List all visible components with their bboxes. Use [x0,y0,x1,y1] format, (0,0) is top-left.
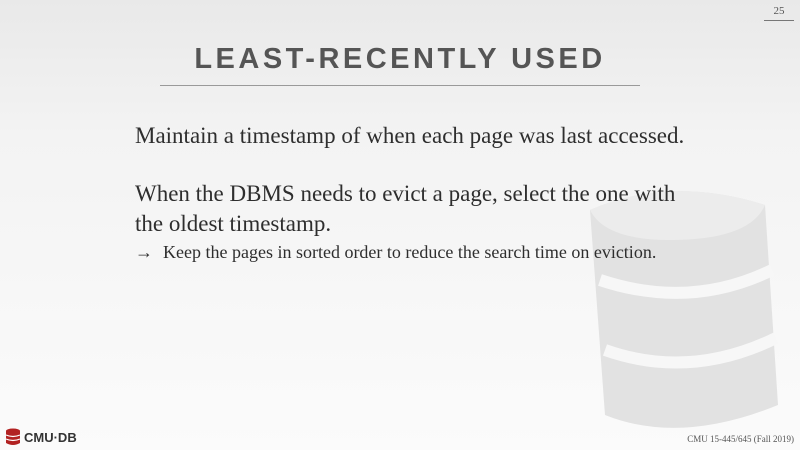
slide-number: 25 [764,5,794,21]
logo-text: CMU·DB [24,429,77,445]
footer-course: CMU 15-445/645 (Fall 2019) [687,434,794,444]
database-icon [5,428,21,445]
arrow-icon: → [135,242,153,262]
title-divider [160,85,640,86]
bullet-timestamp: Maintain a timestamp of when each page w… [135,123,685,148]
slide-body: Maintain a timestamp of when each page w… [135,121,695,264]
sub-bullet-text: Keep the pages in sorted order to reduce… [163,242,657,262]
sub-bullet: → Keep the pages in sorted order to redu… [135,241,695,264]
slide-title: LEAST-RECENTLY USED [194,43,606,75]
cmu-db-logo: CMU·DB [5,428,77,446]
bullet-evict: When the DBMS needs to evict a page, sel… [135,181,676,236]
